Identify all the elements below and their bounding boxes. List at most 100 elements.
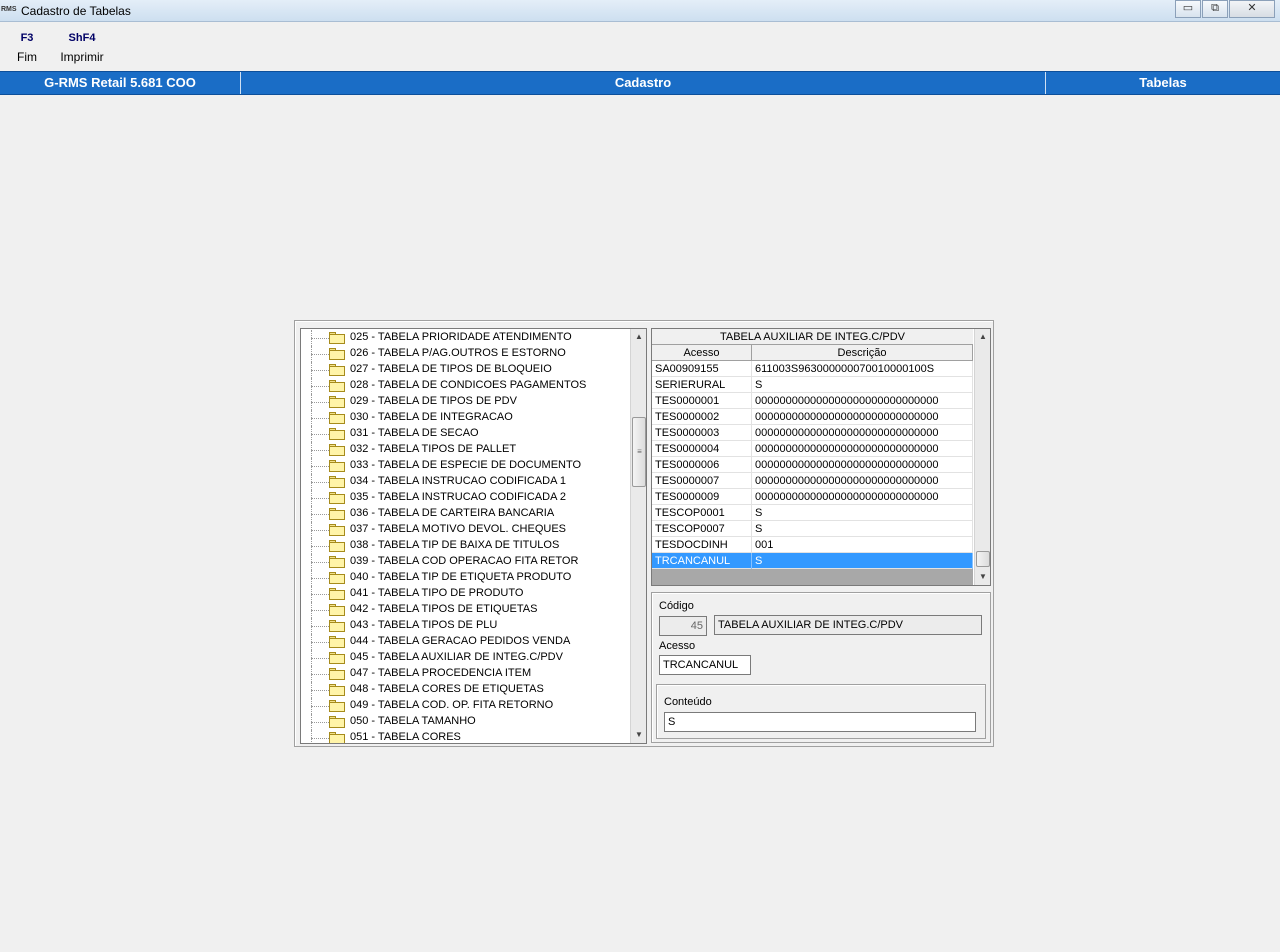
scroll-up-icon[interactable]: ▲	[975, 329, 990, 345]
table-row[interactable]: SA00909155 611003S963000000070010000100S	[652, 361, 973, 377]
scroll-up-icon[interactable]: ▲	[631, 329, 646, 345]
tree-item[interactable]: 050 - TABELA TAMANHO	[301, 714, 631, 730]
tree-item[interactable]: 051 - TABELA CORES	[301, 730, 631, 743]
tree-item[interactable]: 031 - TABELA DE SECAO	[301, 426, 631, 442]
tree-item-label: 028 - TABELA DE CONDICOES PAGAMENTOS	[350, 379, 587, 391]
folder-icon	[329, 604, 345, 616]
tree-item[interactable]: 047 - TABELA PROCEDENCIA ITEM	[301, 666, 631, 682]
folder-icon	[329, 348, 345, 360]
cell-descricao: 000000000000000000000000000000	[752, 457, 973, 473]
tree-item[interactable]: 028 - TABELA DE CONDICOES PAGAMENTOS	[301, 378, 631, 394]
tree-scrollbar[interactable]: ▲ ≡ ▼	[630, 329, 646, 743]
column-header-acesso[interactable]: Acesso	[652, 345, 752, 361]
fkey-imprimir[interactable]: ShF4 Imprimir	[54, 28, 110, 66]
tree-item[interactable]: 032 - TABELA TIPOS DE PALLET	[301, 442, 631, 458]
tree-item[interactable]: 029 - TABELA DE TIPOS DE PDV	[301, 394, 631, 410]
table-row[interactable]: TES0000007 000000000000000000000000000000	[652, 473, 973, 489]
cell-descricao: S	[752, 505, 973, 521]
table-row[interactable]: TES0000006 000000000000000000000000000000	[652, 457, 973, 473]
codigo-field[interactable]: 45	[659, 616, 707, 636]
tree-item-label: 047 - TABELA PROCEDENCIA ITEM	[350, 667, 532, 679]
tree-item-label: 044 - TABELA GERACAO PEDIDOS VENDA	[350, 635, 571, 647]
tree-item-label: 045 - TABELA AUXILIAR DE INTEG.C/PDV	[350, 651, 563, 663]
tree-connector	[311, 466, 329, 467]
table-tree[interactable]: 025 - TABELA PRIORIDADE ATENDIMENTO 026 -…	[300, 328, 647, 744]
tree-connector	[311, 674, 329, 675]
tree-item-label: 038 - TABELA TIP DE BAIXA DE TITULOS	[350, 539, 560, 551]
tree-item[interactable]: 037 - TABELA MOTIVO DEVOL. CHEQUES	[301, 522, 631, 538]
cell-acesso: TESCOP0007	[652, 521, 752, 537]
tree-item[interactable]: 033 - TABELA DE ESPECIE DE DOCUMENTO	[301, 458, 631, 474]
cell-descricao: 000000000000000000000000000000	[752, 409, 973, 425]
tree-connector	[311, 530, 329, 531]
table-row[interactable]: TES0000003 000000000000000000000000000000	[652, 425, 973, 441]
folder-icon	[329, 396, 345, 408]
table-row[interactable]: SERIERURAL S	[652, 377, 973, 393]
tree-item[interactable]: 035 - TABELA INSTRUCAO CODIFICADA 2	[301, 490, 631, 506]
tree-item[interactable]: 026 - TABELA P/AG.OUTROS E ESTORNO	[301, 346, 631, 362]
folder-icon	[329, 412, 345, 424]
grid-scrollbar[interactable]: ▲ ▼	[974, 329, 990, 585]
header-band: G-RMS Retail 5.681 COO Cadastro Tabelas	[0, 71, 1280, 95]
acesso-field[interactable]: TRCANCANUL	[659, 655, 751, 675]
folder-icon	[329, 380, 345, 392]
cell-descricao: S	[752, 553, 973, 569]
tree-item[interactable]: 045 - TABELA AUXILIAR DE INTEG.C/PDV	[301, 650, 631, 666]
table-row[interactable]: TESCOP0007 S	[652, 521, 973, 537]
tree-item[interactable]: 049 - TABELA COD. OP. FITA RETORNO	[301, 698, 631, 714]
cell-descricao: S	[752, 521, 973, 537]
table-row-selected[interactable]: TRCANCANUL S	[652, 553, 973, 569]
tree-item[interactable]: 039 - TABELA COD OPERACAO FITA RETOR	[301, 554, 631, 570]
minimize-button[interactable]: ▭	[1175, 0, 1201, 18]
window-titlebar: RMS Cadastro de Tabelas ▭ ⧉ ✕	[0, 0, 1280, 22]
scroll-thumb[interactable]: ≡	[632, 417, 646, 487]
table-row[interactable]: TES0000004 000000000000000000000000000000	[652, 441, 973, 457]
tree-connector	[311, 562, 329, 563]
tree-item[interactable]: 034 - TABELA INSTRUCAO CODIFICADA 1	[301, 474, 631, 490]
grip-icon: ≡	[637, 447, 642, 456]
folder-icon	[329, 700, 345, 712]
folder-icon	[329, 540, 345, 552]
codigo-label: Código	[659, 600, 694, 612]
tree-item[interactable]: 036 - TABELA DE CARTEIRA BANCARIA	[301, 506, 631, 522]
data-grid[interactable]: TABELA AUXILIAR DE INTEG.C/PDV Acesso De…	[651, 328, 991, 586]
scroll-down-icon[interactable]: ▼	[631, 727, 646, 743]
tree-item-label: 037 - TABELA MOTIVO DEVOL. CHEQUES	[350, 523, 566, 535]
tree-item-label: 041 - TABELA TIPO DE PRODUTO	[350, 587, 524, 599]
restore-button[interactable]: ⧉	[1202, 0, 1228, 18]
tree-connector	[311, 578, 329, 579]
table-row[interactable]: TES0000009 000000000000000000000000000000	[652, 489, 973, 505]
tree-item[interactable]: 042 - TABELA TIPOS DE ETIQUETAS	[301, 602, 631, 618]
tree-item[interactable]: 025 - TABELA PRIORIDADE ATENDIMENTO	[301, 330, 631, 346]
scroll-down-icon[interactable]: ▼	[975, 569, 990, 585]
tree-item[interactable]: 027 - TABELA DE TIPOS DE BLOQUEIO	[301, 362, 631, 378]
header-module: Cadastro	[241, 72, 1046, 94]
scroll-thumb[interactable]	[976, 551, 990, 567]
table-row[interactable]: TES0000002 000000000000000000000000000000	[652, 409, 973, 425]
fkey-fim[interactable]: F3 Fim	[10, 28, 44, 66]
close-button[interactable]: ✕	[1229, 0, 1275, 18]
cell-acesso: SA00909155	[652, 361, 752, 377]
folder-icon	[329, 620, 345, 632]
tree-item[interactable]: 048 - TABELA CORES DE ETIQUETAS	[301, 682, 631, 698]
folder-icon	[329, 652, 345, 664]
tree-item[interactable]: 041 - TABELA TIPO DE PRODUTO	[301, 586, 631, 602]
cell-acesso: TRCANCANUL	[652, 553, 752, 569]
conteudo-field[interactable]: S	[664, 712, 976, 732]
fkey-code: F3	[20, 32, 34, 44]
column-header-descricao[interactable]: Descrição	[752, 345, 973, 361]
tree-connector	[311, 418, 329, 419]
tree-item[interactable]: 043 - TABELA TIPOS DE PLU	[301, 618, 631, 634]
folder-icon	[329, 556, 345, 568]
tree-item[interactable]: 040 - TABELA TIP DE ETIQUETA PRODUTO	[301, 570, 631, 586]
tree-item[interactable]: 044 - TABELA GERACAO PEDIDOS VENDA	[301, 634, 631, 650]
tree-item[interactable]: 030 - TABELA DE INTEGRACAO	[301, 410, 631, 426]
cell-acesso: TESDOCDINH	[652, 537, 752, 553]
codigo-description-field: TABELA AUXILIAR DE INTEG.C/PDV	[714, 615, 982, 635]
cell-acesso: TESCOP0001	[652, 505, 752, 521]
table-row[interactable]: TESCOP0001 S	[652, 505, 973, 521]
tree-item[interactable]: 038 - TABELA TIP DE BAIXA DE TITULOS	[301, 538, 631, 554]
tree-connector	[311, 642, 329, 643]
table-row[interactable]: TES0000001 000000000000000000000000000000	[652, 393, 973, 409]
table-row[interactable]: TESDOCDINH 001	[652, 537, 973, 553]
